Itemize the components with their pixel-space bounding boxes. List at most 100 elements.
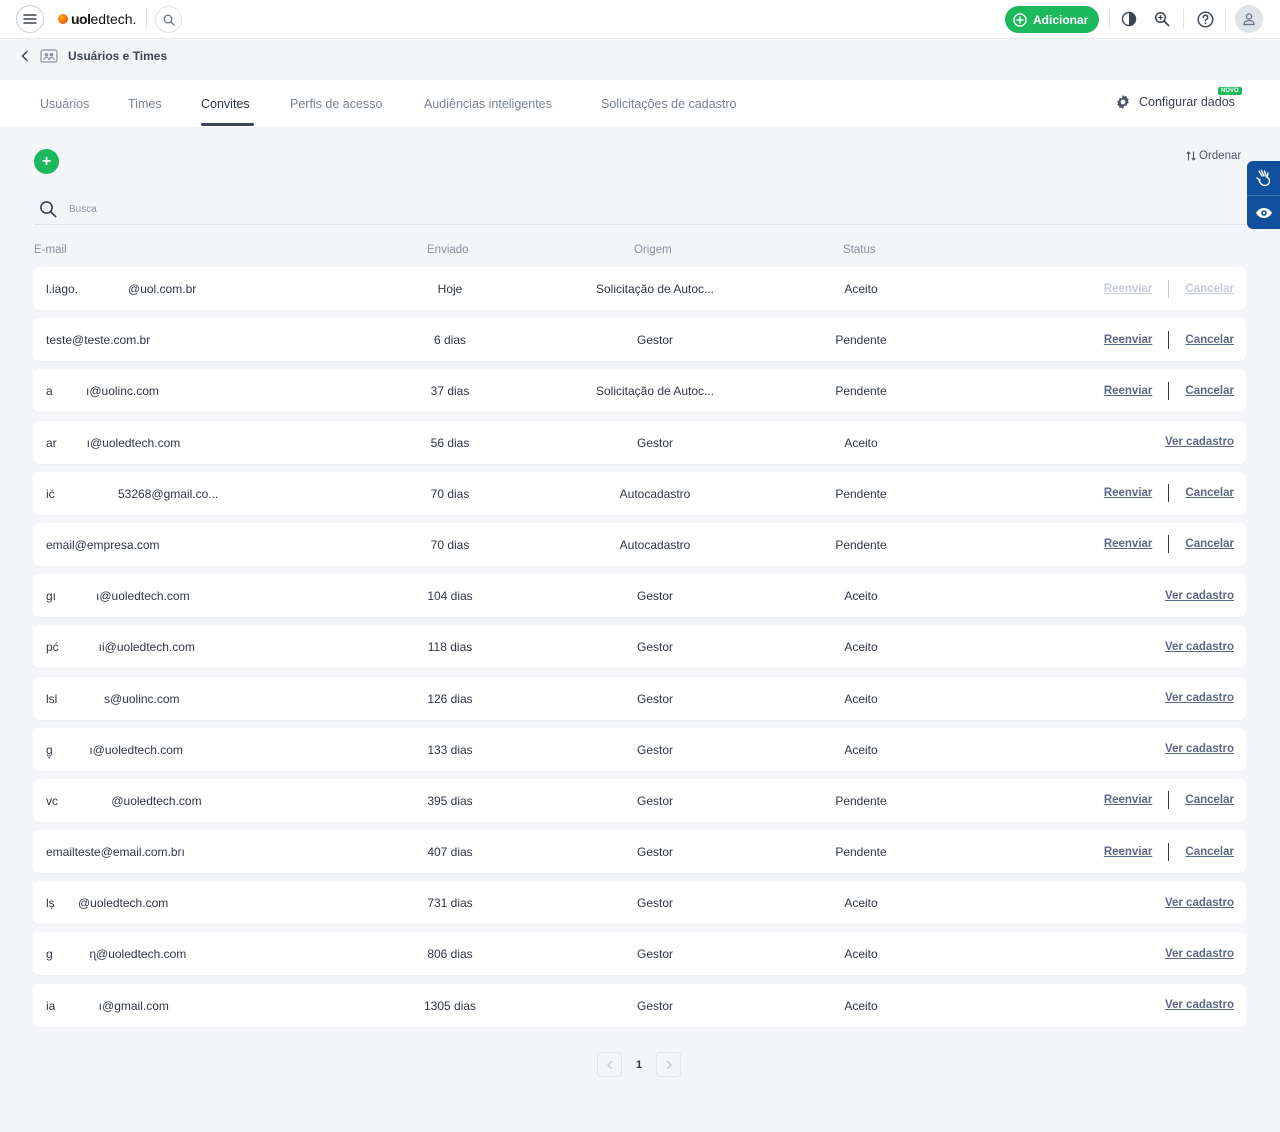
- search-icon: [40, 201, 57, 218]
- action-divider: [1168, 535, 1170, 554]
- status-text: Pendente: [835, 793, 887, 808]
- status-text: Aceito: [844, 742, 878, 757]
- reenviar-link[interactable]: Reenviar: [1104, 487, 1153, 499]
- tab-perfis-de-acesso[interactable]: Perfis de acesso: [290, 97, 382, 111]
- cancelar-link[interactable]: Cancelar: [1185, 334, 1234, 346]
- reenviar-link[interactable]: Reenviar: [1104, 334, 1153, 346]
- reenviar-link[interactable]: Reenviar: [1104, 385, 1153, 397]
- row-actions: Ver cadastro: [1165, 637, 1234, 656]
- origin-text: Gestor: [637, 947, 674, 962]
- cancelar-link[interactable]: Cancelar: [1185, 846, 1234, 858]
- action-divider: [1168, 791, 1170, 810]
- table-row: emailteste@email.com.brı 407 dias Gestor Pe…: [33, 830, 1246, 874]
- status-text: Aceito: [844, 589, 878, 604]
- reenviar-link: Reenviar: [1103, 282, 1153, 295]
- origin-text: Gestor: [637, 691, 674, 706]
- action-divider: [1168, 330, 1170, 349]
- cancelar-link[interactable]: Cancelar: [1185, 538, 1234, 550]
- reenviar-link[interactable]: Reenviar: [1104, 538, 1153, 550]
- email-text: email@empresa.com: [46, 537, 160, 552]
- tab-usuarios[interactable]: Usuários: [40, 97, 89, 111]
- ver-cadastro-link[interactable]: Ver cadastro: [1165, 743, 1234, 755]
- row-actions: Ver cadastro: [1165, 433, 1234, 452]
- column-header-email[interactable]: E-mail: [34, 244, 67, 256]
- origin-text: Gestor: [637, 845, 674, 860]
- add-invite-button[interactable]: +: [34, 149, 59, 174]
- help-button[interactable]: [1194, 8, 1216, 30]
- tab-convites[interactable]: Convites: [201, 97, 250, 111]
- action-divider: [1168, 484, 1170, 503]
- sent-text: 395 dias: [427, 793, 473, 808]
- ver-cadastro-link[interactable]: Ver cadastro: [1165, 897, 1234, 909]
- ver-cadastro-link[interactable]: Ver cadastro: [1165, 641, 1234, 653]
- contrast-button[interactable]: [1118, 8, 1140, 30]
- column-header-sent[interactable]: Enviado: [427, 244, 469, 256]
- reenviar-link[interactable]: Reenviar: [1104, 846, 1153, 858]
- status-text: Pendente: [835, 537, 887, 552]
- sort-icon: [1186, 151, 1196, 161]
- user-icon: [1243, 13, 1255, 26]
- menu-icon: [23, 14, 37, 24]
- cancelar-link[interactable]: Cancelar: [1185, 487, 1234, 499]
- tab-times[interactable]: Times: [128, 97, 162, 111]
- sent-text: Hoje: [437, 282, 463, 296]
- tab-solicitacoes-de-cadastro[interactable]: Solicitações de cadastro: [601, 97, 737, 111]
- email-text: a ı@uolinc.com: [46, 384, 159, 399]
- pagination: 1: [597, 1052, 681, 1077]
- search-icon: [163, 14, 175, 26]
- tab-audiencias-inteligentes[interactable]: Audiências inteligentes: [424, 97, 552, 111]
- sent-text: 70 dias: [430, 486, 470, 501]
- status-text: Pendente: [835, 384, 887, 399]
- status-text: Aceito: [844, 640, 878, 655]
- logo-edtech-text: edtech.: [90, 11, 137, 27]
- table-row: teste@teste.com.br 6 dias Gestor Pendente Re…: [33, 318, 1246, 362]
- visibility-button[interactable]: [1247, 195, 1280, 229]
- origin-text: Gestor: [637, 896, 674, 911]
- reenviar-link[interactable]: Reenviar: [1104, 794, 1153, 806]
- row-actions: Reenviar Cancelar: [1104, 484, 1234, 503]
- origin-text: Solicitação de Autoc...: [595, 384, 715, 399]
- origin-text: Gestor: [637, 333, 674, 348]
- ver-cadastro-link[interactable]: Ver cadastro: [1165, 999, 1234, 1011]
- ver-cadastro-link[interactable]: Ver cadastro: [1165, 692, 1234, 704]
- sign-language-button[interactable]: [1247, 161, 1280, 195]
- global-search-button[interactable]: [155, 6, 182, 33]
- ver-cadastro-link[interactable]: Ver cadastro: [1165, 590, 1234, 602]
- configure-data-button[interactable]: Configurar dados: [1115, 94, 1235, 110]
- search-input[interactable]: [69, 203, 369, 215]
- chevron-left-icon[interactable]: [20, 50, 30, 62]
- previous-page-button[interactable]: [597, 1052, 622, 1077]
- sent-text: 407 dias: [427, 845, 473, 860]
- action-divider: [1168, 842, 1170, 861]
- email-cell: vc @uoledtech.com: [46, 794, 202, 808]
- ver-cadastro-link[interactable]: Ver cadastro: [1165, 436, 1234, 448]
- row-actions: Reenviar Cancelar: [1104, 279, 1234, 298]
- email-cell: ić 53268@gmail.co...: [46, 487, 218, 501]
- cancelar-link[interactable]: Cancelar: [1185, 794, 1234, 806]
- cancelar-link: Cancelar: [1185, 282, 1234, 295]
- ver-cadastro-link[interactable]: Ver cadastro: [1165, 948, 1234, 960]
- menu-button[interactable]: [16, 5, 44, 33]
- status-text: Aceito: [844, 998, 878, 1013]
- origin-text: Gestor: [637, 742, 674, 757]
- status-text: Aceito: [844, 435, 878, 450]
- cancelar-link[interactable]: Cancelar: [1185, 385, 1234, 397]
- email-cell: teste@teste.com.br: [46, 333, 150, 347]
- column-header-status[interactable]: Status: [843, 244, 876, 256]
- row-actions: Ver cadastro: [1165, 893, 1234, 912]
- user-avatar[interactable]: [1235, 5, 1263, 33]
- tabs-bar: Usuários Times Convites Perfis de acesso…: [0, 80, 1280, 127]
- zoom-button[interactable]: [1151, 8, 1173, 30]
- current-page[interactable]: 1: [632, 1059, 646, 1071]
- add-button[interactable]: Adicionar: [1005, 6, 1099, 33]
- column-header-origin[interactable]: Origem: [634, 244, 672, 256]
- sort-button[interactable]: Ordenar: [1186, 150, 1241, 162]
- invites-table: l.iago. @uol.com.br Hoje Solicitação de Au…: [33, 267, 1246, 1035]
- next-page-button[interactable]: [656, 1052, 681, 1077]
- brand-logo[interactable]: uol edtech.: [58, 11, 136, 27]
- sent-text: 806 dias: [427, 947, 473, 962]
- sent-text: 1305 dias: [423, 998, 477, 1013]
- origin-text: Solicitação de Autoc...: [595, 282, 715, 296]
- origin-text: Autocadastro: [619, 537, 691, 552]
- email-cell: email@empresa.com: [46, 538, 160, 552]
